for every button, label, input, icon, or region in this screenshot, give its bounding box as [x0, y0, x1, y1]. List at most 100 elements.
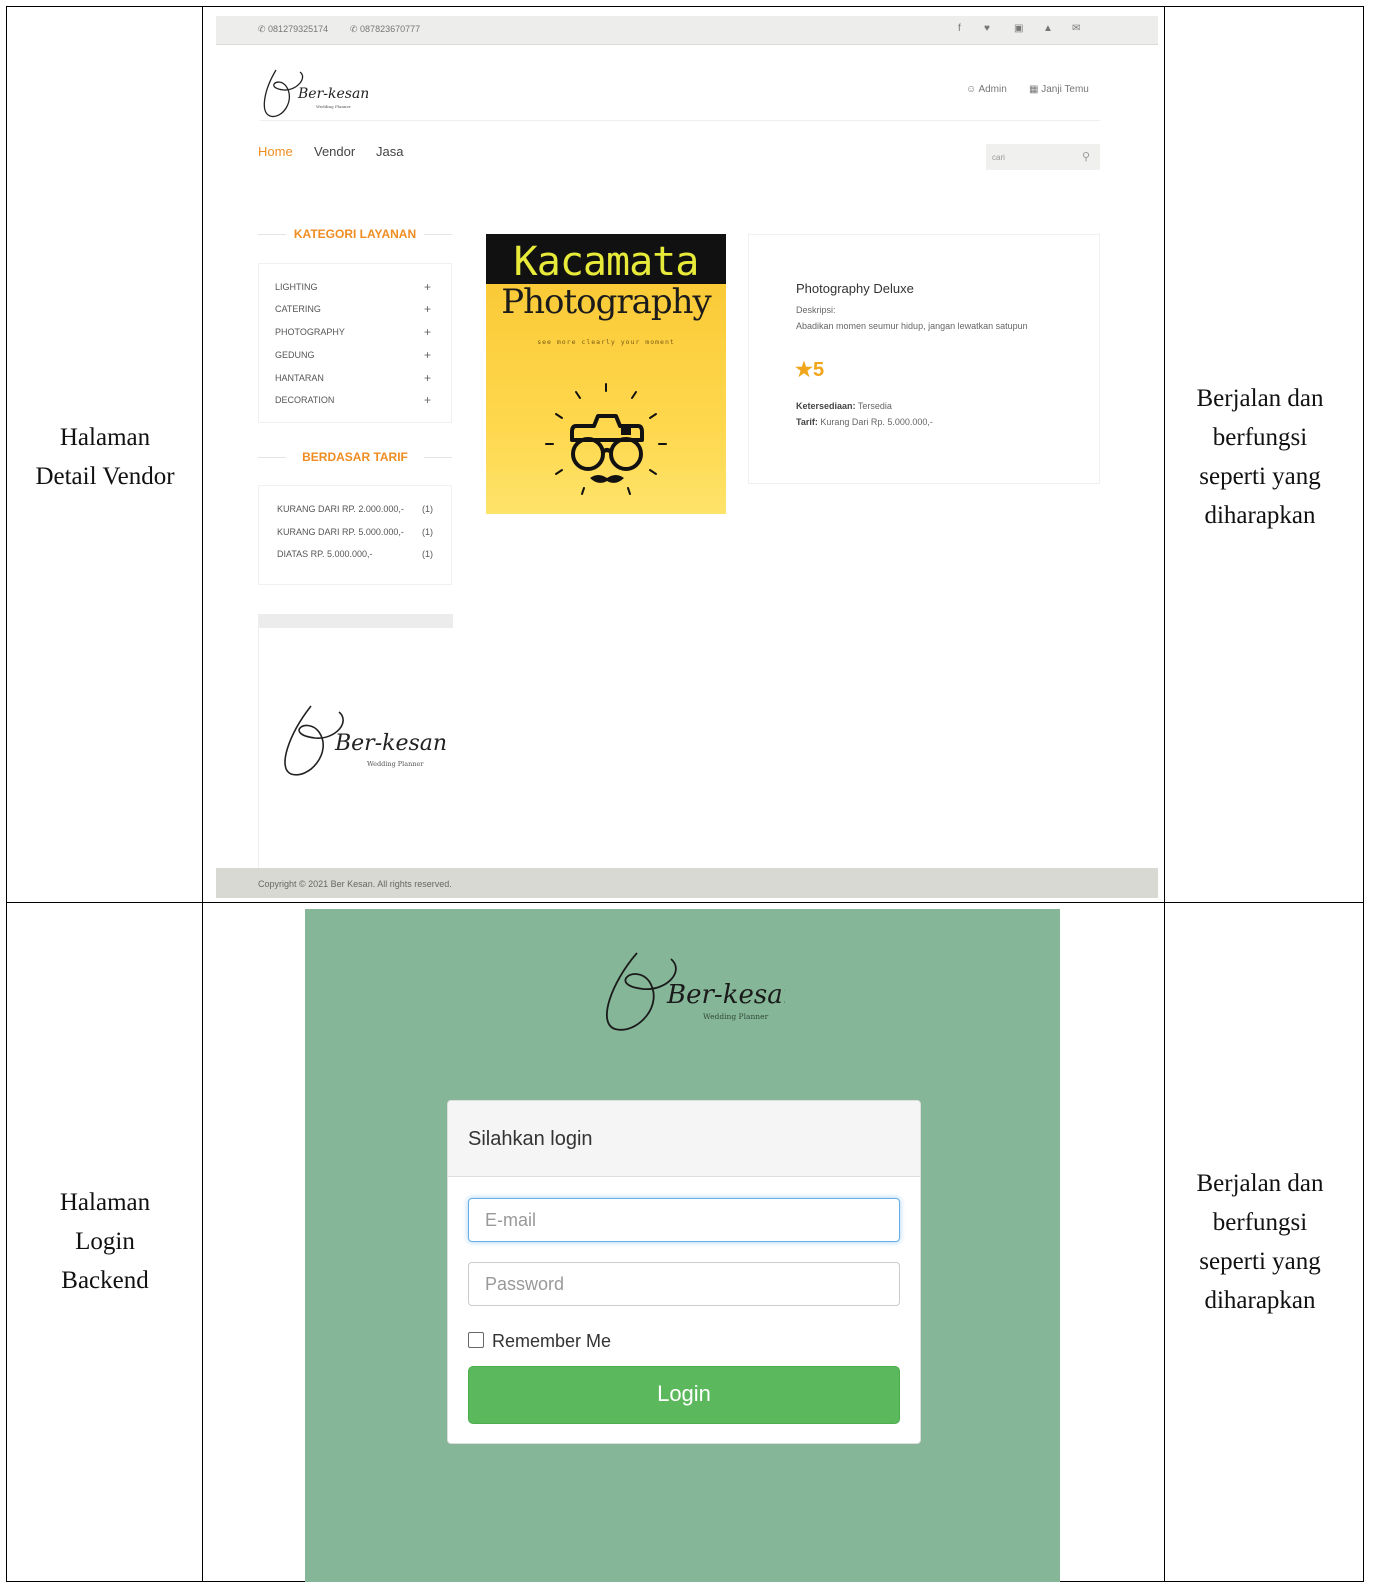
category-label: PHOTOGRAPHY: [275, 327, 345, 337]
table-divider: [202, 7, 203, 1581]
brand-logo-text: Ber-kesan: [297, 86, 368, 102]
search-input[interactable]: cari ⚲: [986, 144, 1100, 170]
tarif-item[interactable]: KURANG DARI RP. 2.000.000,- (1): [277, 504, 433, 514]
price: Tarif: Kurang Dari Rp. 5.000.000,-: [796, 417, 933, 427]
tarif-count: (1): [422, 527, 433, 537]
category-label: DECORATION: [275, 395, 335, 405]
category-list: LIGHTING + CATERING + PHOTOGRAPHY + GEDUNG +…: [258, 263, 452, 423]
category-label: LIGHTING: [275, 282, 318, 292]
category-title: KATEGORI LAYANAN: [258, 227, 452, 241]
category-label: HANTARAN: [275, 373, 324, 383]
sidebar-logo-sub: Wedding Planner: [367, 760, 424, 768]
row1-result: Berjalan dan berfungsi seperti yang diha…: [1165, 379, 1355, 535]
appointment-link-label: Janji Temu: [1041, 84, 1089, 95]
camera-glasses-icon: [545, 383, 667, 495]
remember-me[interactable]: Remember Me: [468, 1331, 611, 1352]
tarif-label: KURANG DARI RP. 5.000.000,-: [277, 527, 404, 537]
vendor-image-line2: Photography: [501, 282, 712, 322]
row1-label-line: Halaman: [59, 424, 151, 451]
category-item[interactable]: LIGHTING +: [275, 280, 431, 294]
product-info-card: Photography Deluxe Deskripsi: Abadikan m…: [748, 234, 1100, 484]
category-item[interactable]: HANTARAN +: [275, 371, 431, 385]
phone-number: ✆ 081279325174: [258, 24, 329, 34]
row1-result-line: diharapkan: [1204, 502, 1316, 529]
category-label: CATERING: [275, 304, 321, 314]
appointment-link[interactable]: ▦ Janji Temu: [1029, 84, 1089, 95]
star-icon: ★: [795, 359, 813, 381]
vendor-detail-screenshot: ✆ 081279325174 ✆ 087823670777 f ♥ ▣ ▲ ✉ …: [216, 16, 1158, 898]
category-item[interactable]: CATERING +: [275, 302, 431, 316]
tarif-label: KURANG DARI RP. 2.000.000,-: [277, 504, 404, 514]
password-field[interactable]: [468, 1262, 900, 1306]
youtube-icon[interactable]: ▲: [1043, 23, 1053, 34]
product-title: Photography Deluxe: [796, 281, 914, 296]
tarif-count: (1): [422, 549, 433, 559]
login-button[interactable]: Login: [468, 1366, 900, 1424]
nav-vendor[interactable]: Vendor: [314, 144, 355, 159]
twitter-icon[interactable]: ♥: [984, 23, 990, 34]
login-panel: Silahkan login Remember Me Login: [447, 1100, 921, 1444]
description-label: Deskripsi:: [796, 305, 836, 315]
tarif-list: KURANG DARI RP. 2.000.000,- (1) KURANG DA…: [258, 485, 452, 585]
login-logo-text: Ber-kesan: [666, 980, 785, 1010]
tarif-title: BERDASAR TARIF: [258, 450, 452, 464]
row1-result-line: berfungsi: [1212, 424, 1308, 451]
brand-logo[interactable]: Ber-kesan Wedding Planner: [256, 60, 368, 122]
rating-value: 5: [812, 359, 825, 381]
mail-icon[interactable]: ✉: [1072, 23, 1080, 34]
row1-label: Halaman Detail Vendor: [8, 418, 202, 496]
row2-label-line: Halaman: [59, 1189, 151, 1216]
tarif-item[interactable]: DIATAS RP. 5.000.000,- (1): [277, 549, 433, 559]
category-item[interactable]: DECORATION +: [275, 393, 431, 407]
row2-result-line: berfungsi: [1212, 1209, 1308, 1236]
phone-text: 081279325174: [268, 24, 329, 34]
availability-label: Ketersediaan:: [796, 401, 856, 411]
category-label: GEDUNG: [275, 350, 315, 360]
price-label: Tarif:: [796, 417, 818, 427]
admin-link[interactable]: ☺ Admin: [966, 84, 1007, 95]
rating: ★5: [795, 357, 824, 382]
table-divider: [7, 902, 1363, 903]
row1-result-line: seperti yang: [1199, 463, 1321, 490]
nav-jasa[interactable]: Jasa: [376, 144, 403, 159]
expand-icon[interactable]: +: [424, 302, 431, 316]
panel-stripe: [259, 614, 453, 628]
vendor-image-line1: Kacamata: [513, 239, 700, 285]
facebook-icon[interactable]: f: [958, 23, 961, 34]
brand-logo-sub: Wedding Planner: [316, 104, 351, 109]
category-item[interactable]: GEDUNG +: [275, 348, 431, 362]
header-divider: [260, 120, 1100, 121]
expand-icon[interactable]: +: [424, 393, 431, 407]
expand-icon[interactable]: +: [424, 348, 431, 362]
instagram-icon[interactable]: ▣: [1014, 23, 1023, 34]
availability-value: Tersedia: [857, 401, 892, 411]
table-divider: [1164, 7, 1165, 1581]
row2-label-line: Login: [75, 1228, 135, 1255]
expand-icon[interactable]: +: [424, 371, 431, 385]
email-field[interactable]: [468, 1198, 900, 1242]
tarif-item[interactable]: KURANG DARI RP. 5.000.000,- (1): [277, 527, 433, 537]
expand-icon[interactable]: +: [424, 280, 431, 294]
tarif-label: DIATAS RP. 5.000.000,-: [277, 549, 373, 559]
expand-icon[interactable]: +: [424, 325, 431, 339]
sidebar-logo-text: Ber-kesan: [334, 731, 447, 756]
price-value: Kurang Dari Rp. 5.000.000,-: [820, 417, 933, 427]
vendor-image: Kacamata Photography see more clearly yo…: [486, 234, 726, 514]
login-screenshot: Ber-kesan Wedding Planner Silahkan login…: [305, 909, 1060, 1582]
nav-home[interactable]: Home: [258, 144, 293, 159]
remember-label: Remember Me: [492, 1331, 612, 1351]
category-item[interactable]: PHOTOGRAPHY +: [275, 325, 431, 339]
login-panel-header: Silahkan login: [448, 1101, 920, 1177]
tarif-count: (1): [422, 504, 433, 514]
sidebar-logo-panel: Ber-kesan Wedding Planner: [258, 614, 453, 898]
row2-result-line: diharapkan: [1204, 1287, 1316, 1314]
remember-checkbox[interactable]: [468, 1332, 484, 1348]
login-panel-title: Silahkan login: [468, 1128, 593, 1150]
copyright-text: Copyright © 2021 Ber Kesan. All rights r…: [258, 879, 452, 889]
search-icon[interactable]: ⚲: [1082, 150, 1090, 163]
row2-label-line: Backend: [61, 1267, 149, 1294]
phone-number: ✆ 087823670777: [350, 24, 421, 34]
search-placeholder: cari: [992, 153, 1005, 162]
login-logo-sub: Wedding Planner: [703, 1012, 769, 1021]
vendor-image-tagline: see more clearly your moment: [537, 338, 675, 346]
